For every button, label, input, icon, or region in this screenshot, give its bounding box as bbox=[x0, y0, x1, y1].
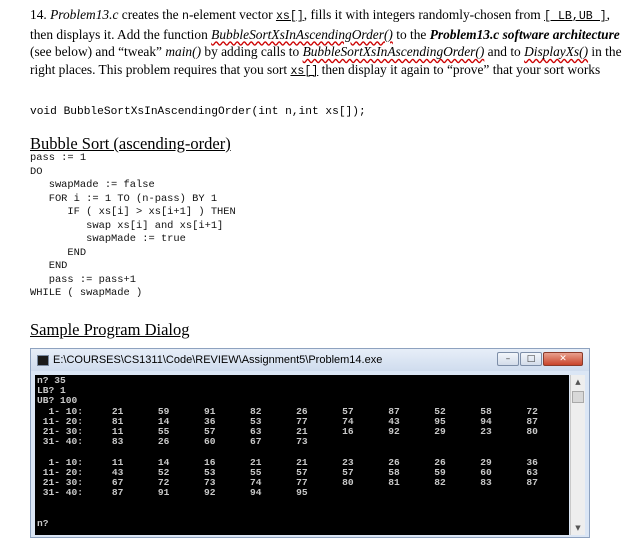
bubble-sort-heading: Bubble Sort (ascending-order) bbox=[30, 134, 231, 153]
scroll-down-icon[interactable]: ▼ bbox=[571, 521, 585, 535]
text-run: -element vector bbox=[188, 7, 276, 22]
vertical-scrollbar[interactable]: ▲ ▼ bbox=[570, 375, 585, 535]
software-architecture: Problem13.c software architecture bbox=[429, 26, 620, 42]
console-line: 31- 40: 83 26 60 67 73 bbox=[37, 436, 308, 448]
code-line: DO bbox=[30, 165, 43, 178]
text-run: creates the bbox=[118, 7, 182, 22]
code-line: WHILE ( swapMade ) bbox=[30, 287, 143, 299]
scroll-up-icon[interactable]: ▲ bbox=[571, 375, 585, 389]
text-run: (see below) and “tweak” bbox=[30, 44, 166, 60]
code-line: FOR i := 1 TO (n-pass) BY 1 bbox=[30, 192, 218, 205]
code-line: pass := 1 bbox=[30, 152, 87, 164]
code-line: swap xs[i] and xs[i+1] bbox=[30, 219, 224, 232]
scroll-thumb[interactable] bbox=[572, 391, 584, 403]
function-main: main() bbox=[165, 44, 202, 60]
text-run: then display it again to “prove” that yo… bbox=[318, 61, 601, 77]
pseudocode-block: pass := 1 DO swapMade := false FOR i := … bbox=[30, 152, 236, 301]
problem-number: 14. bbox=[30, 7, 51, 22]
problem-statement: 14. Problem13.c creates the n-element ve… bbox=[30, 6, 634, 80]
range-lb-ub: [ LB,UB ] bbox=[544, 10, 607, 23]
console-line: n? bbox=[37, 517, 49, 529]
text-run: to the bbox=[392, 26, 430, 42]
code-line: pass := pass+1 bbox=[30, 273, 137, 286]
code-line: IF ( xs[i] > xs[i+1] ) THEN bbox=[30, 206, 236, 218]
sample-dialog-heading: Sample Program Dialog bbox=[30, 320, 190, 339]
file-name: Problem13.c bbox=[50, 7, 119, 22]
code-line: END bbox=[30, 246, 87, 259]
function-prototype: void BubbleSortXsInAscendingOrder(int n,… bbox=[30, 106, 366, 118]
minimize-icon[interactable]: – bbox=[497, 352, 519, 366]
close-icon[interactable]: ✕ bbox=[543, 352, 583, 366]
code-line: END bbox=[30, 260, 68, 272]
window-title: E:\COURSES\CS1311\Code\REVIEW\Assignment… bbox=[53, 354, 383, 366]
text-run: and to bbox=[484, 44, 525, 60]
text-run: by adding calls to bbox=[201, 44, 303, 60]
console-output[interactable]: n? 35 LB? 1 UB? 100 1- 10: 21 59 91 82 2… bbox=[35, 375, 569, 535]
var-xs-2: xs[] bbox=[290, 64, 319, 78]
console-line: 31- 40: 87 91 92 94 95 bbox=[37, 487, 308, 499]
console-app-icon bbox=[37, 355, 49, 366]
console-text: n? 35 LB? 1 UB? 100 1- 10: 21 59 91 82 2… bbox=[35, 375, 569, 529]
window-titlebar[interactable]: E:\COURSES\CS1311\Code\REVIEW\Assignment… bbox=[31, 349, 589, 371]
text-run: , fills it with integers randomly-chosen… bbox=[303, 7, 545, 22]
function-bubblesort-2: BubbleSortXsInAscendingOrder() bbox=[302, 44, 485, 60]
code-line: swapMade := true bbox=[30, 233, 186, 245]
window-controls: – □ ✕ bbox=[496, 352, 583, 367]
console-window: E:\COURSES\CS1311\Code\REVIEW\Assignment… bbox=[30, 348, 590, 538]
code-line: swapMade := false bbox=[30, 179, 155, 191]
function-bubblesort: BubbleSortXsInAscendingOrder() bbox=[211, 26, 393, 42]
function-displayxs: DisplayXs() bbox=[524, 44, 589, 60]
maximize-icon[interactable]: □ bbox=[520, 352, 542, 366]
var-n: n bbox=[181, 10, 189, 23]
var-xs: xs[] bbox=[275, 10, 304, 23]
